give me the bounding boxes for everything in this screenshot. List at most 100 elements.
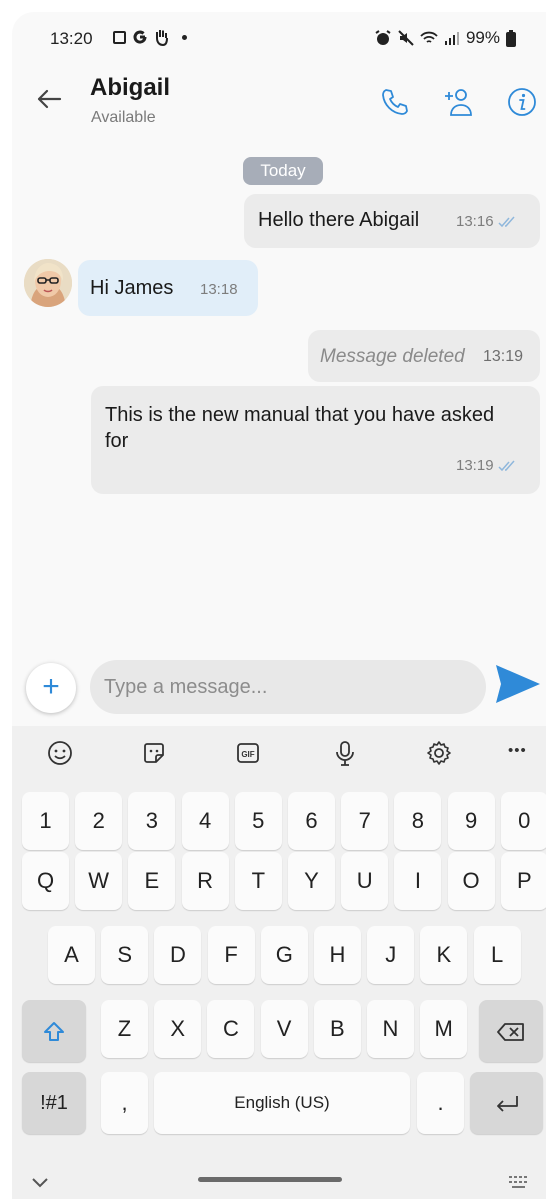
gif-label: GIF bbox=[241, 750, 254, 759]
contact-status: Available bbox=[91, 109, 156, 126]
message-bubble-outgoing[interactable]: Hello there Abigail 13:16 bbox=[244, 194, 540, 248]
key-d[interactable]: D bbox=[154, 926, 202, 984]
key-u[interactable]: U bbox=[341, 852, 389, 910]
symbols-key[interactable]: !#1 bbox=[22, 1072, 86, 1134]
message-text: Message deleted bbox=[320, 346, 465, 367]
backspace-key[interactable] bbox=[479, 1000, 543, 1062]
battery-icon bbox=[506, 29, 516, 47]
key-8[interactable]: 8 bbox=[394, 792, 442, 850]
key-5[interactable]: 5 bbox=[234, 792, 282, 850]
key-o[interactable]: O bbox=[447, 852, 495, 910]
google-icon bbox=[133, 30, 147, 44]
key-l[interactable]: L bbox=[473, 926, 521, 984]
double-check-icon bbox=[498, 216, 515, 228]
sticker-icon[interactable] bbox=[141, 740, 167, 766]
key-s[interactable]: S bbox=[101, 926, 149, 984]
key-q[interactable]: Q bbox=[22, 852, 69, 910]
key-e[interactable]: E bbox=[128, 852, 176, 910]
space-key[interactable]: English (US) bbox=[154, 1072, 410, 1134]
key-t[interactable]: T bbox=[234, 852, 282, 910]
key-x[interactable]: X bbox=[154, 1000, 202, 1058]
more-options-icon[interactable]: ••• bbox=[508, 742, 534, 768]
info-icon[interactable] bbox=[506, 86, 538, 118]
key-j[interactable]: J bbox=[367, 926, 415, 984]
phone-screen: 13:20 99% Abigail Available Today Hello … bbox=[12, 12, 546, 1199]
status-time: 13:20 bbox=[50, 29, 93, 48]
key-m[interactable]: M bbox=[420, 1000, 468, 1058]
home-indicator[interactable] bbox=[198, 1177, 342, 1182]
chat-header: Abigail Available bbox=[12, 68, 546, 138]
more-notifications-icon bbox=[182, 34, 187, 40]
status-bar: 13:20 99% bbox=[12, 12, 546, 68]
date-separator: Today bbox=[243, 157, 323, 185]
key-i[interactable]: I bbox=[394, 852, 442, 910]
key-v[interactable]: V bbox=[260, 1000, 308, 1058]
message-bubble-outgoing[interactable]: This is the new manual that you have ask… bbox=[91, 386, 540, 494]
key-c[interactable]: C bbox=[207, 1000, 255, 1058]
add-attachment-button[interactable]: + bbox=[26, 663, 76, 713]
battery-percent: 99% bbox=[465, 28, 500, 47]
add-participant-icon[interactable] bbox=[442, 86, 474, 118]
hide-keyboard-icon[interactable] bbox=[30, 1176, 50, 1190]
message-text: Hello there Abigail bbox=[258, 209, 420, 231]
microphone-icon[interactable] bbox=[332, 740, 358, 766]
key-1[interactable]: 1 bbox=[22, 792, 69, 850]
key-a[interactable]: A bbox=[48, 926, 95, 984]
phone-call-icon[interactable] bbox=[379, 86, 411, 118]
backspace-icon bbox=[497, 1023, 524, 1042]
key-3[interactable]: 3 bbox=[128, 792, 176, 850]
enter-icon bbox=[496, 1096, 518, 1112]
key-g[interactable]: G bbox=[260, 926, 308, 984]
alarm-icon bbox=[375, 30, 391, 45]
message-time: 13:19 bbox=[456, 457, 494, 474]
key-6[interactable]: 6 bbox=[288, 792, 335, 850]
message-time: 13:19 bbox=[483, 348, 524, 365]
key-7[interactable]: 7 bbox=[341, 792, 389, 850]
message-time: 13:18 bbox=[200, 281, 238, 298]
signal-icon bbox=[444, 32, 459, 45]
key-w[interactable]: W bbox=[75, 852, 123, 910]
comma-key[interactable]: , bbox=[101, 1072, 148, 1134]
back-arrow-icon[interactable] bbox=[36, 86, 62, 112]
message-input[interactable] bbox=[90, 660, 486, 714]
avatar[interactable] bbox=[24, 259, 72, 307]
message-meta: 13:16 bbox=[456, 213, 516, 230]
gallery-icon bbox=[113, 30, 126, 44]
key-f[interactable]: F bbox=[207, 926, 255, 984]
key-y[interactable]: Y bbox=[288, 852, 335, 910]
gif-icon[interactable]: GIF bbox=[235, 740, 261, 766]
hand-icon bbox=[156, 30, 168, 46]
keyboard: GIF ••• 1234567890 QWERTYUIOP ASDFGHJKL ZXC… bbox=[12, 726, 546, 1199]
key-2[interactable]: 2 bbox=[75, 792, 123, 850]
shift-key[interactable] bbox=[22, 1000, 86, 1062]
message-bubble-incoming[interactable]: Hi James 13:18 bbox=[78, 260, 258, 316]
key-r[interactable]: R bbox=[181, 852, 229, 910]
key-p[interactable]: P bbox=[500, 852, 546, 910]
message-bubble-deleted[interactable]: Message deleted 13:19 bbox=[308, 330, 540, 382]
key-4[interactable]: 4 bbox=[181, 792, 229, 850]
key-0[interactable]: 0 bbox=[500, 792, 546, 850]
enter-key[interactable] bbox=[470, 1072, 543, 1134]
send-icon[interactable] bbox=[494, 662, 542, 706]
message-time: 13:16 bbox=[456, 213, 494, 230]
key-z[interactable]: Z bbox=[101, 1000, 148, 1058]
mute-icon bbox=[398, 30, 414, 46]
period-key[interactable]: . bbox=[417, 1072, 464, 1134]
system-status-icons: 99% bbox=[374, 28, 516, 48]
message-text: This is the new manual that you have ask… bbox=[105, 404, 495, 452]
contact-name[interactable]: Abigail bbox=[90, 74, 170, 102]
key-h[interactable]: H bbox=[314, 926, 361, 984]
key-b[interactable]: B bbox=[313, 1000, 361, 1058]
shift-icon bbox=[44, 1022, 64, 1042]
keyboard-switch-icon[interactable] bbox=[508, 1175, 530, 1189]
message-meta: 13:19 bbox=[456, 457, 516, 474]
double-check-icon bbox=[498, 460, 515, 472]
key-n[interactable]: N bbox=[367, 1000, 414, 1058]
key-9[interactable]: 9 bbox=[447, 792, 495, 850]
settings-gear-icon[interactable] bbox=[426, 740, 452, 766]
message-text: Hi James bbox=[90, 277, 174, 299]
emoji-icon[interactable] bbox=[47, 740, 73, 766]
key-k[interactable]: K bbox=[420, 926, 468, 984]
wifi-icon bbox=[420, 31, 438, 43]
keyboard-toolbar: GIF ••• bbox=[12, 726, 546, 780]
